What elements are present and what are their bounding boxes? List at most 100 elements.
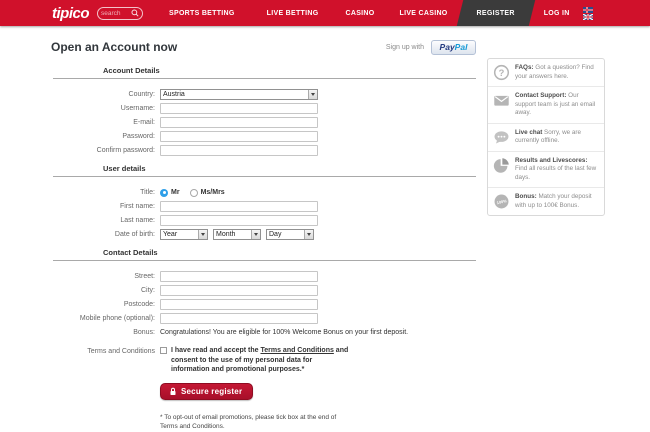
section-account-details: Account Details Country: Austria Usernam… [53, 66, 476, 156]
city-row: City: [53, 285, 476, 296]
nav-link-login[interactable]: LOG IN [544, 10, 570, 17]
dob-year-select[interactable]: Year [160, 229, 208, 240]
title-label: Title: [53, 187, 155, 198]
email-field[interactable] [160, 117, 318, 128]
country-select[interactable]: Austria [160, 89, 318, 100]
street-row: Street: [53, 271, 476, 282]
account-details-heading: Account Details [103, 66, 476, 75]
password-row: Password: [53, 131, 476, 142]
mobile-phone-label: Mobile phone (optional): [53, 313, 155, 324]
nav-tab-register[interactable]: REGISTER [460, 0, 532, 26]
section-divider [53, 176, 476, 177]
footnote-line1: * To opt-out of email promotions, please… [160, 413, 476, 422]
section-contact-details: Contact Details Street: City: Postcode: … [53, 248, 476, 338]
paypal-signup: Sign up with PayPal [386, 40, 476, 55]
paypal-button[interactable]: PayPal [431, 40, 476, 55]
language-switcher[interactable] [583, 7, 593, 20]
nav-link-casino[interactable]: CASINO [345, 10, 374, 17]
help-item-live-chat[interactable]: Live chat Sorry, we are currently offlin… [488, 124, 604, 152]
first-name-label: First name: [53, 201, 155, 212]
dob-label: Date of birth: [53, 229, 155, 240]
mobile-phone-field[interactable] [160, 313, 318, 324]
svg-text:?: ? [499, 68, 505, 78]
confirm-password-field[interactable] [160, 145, 318, 156]
dob-day-select[interactable]: Day [266, 229, 314, 240]
confirm-password-label: Confirm password: [53, 145, 155, 156]
flag-icon-top[interactable] [583, 7, 593, 13]
bonus-badge-icon: 100% [493, 193, 510, 210]
last-name-field[interactable] [160, 215, 318, 226]
section-user-details: User details Title: Mr Ms/Mrs First name… [53, 164, 476, 240]
search-box[interactable] [97, 7, 143, 20]
help-item-results-livescores[interactable]: Results and Livescores: Find all results… [488, 152, 604, 189]
help-text: Find all results of the last few days. [515, 165, 596, 181]
nav-link-live-casino[interactable]: LIVE CASINO [400, 10, 448, 17]
city-field[interactable] [160, 285, 318, 296]
country-label: Country: [53, 89, 155, 100]
page-content: Open an Account now Sign up with PayPal … [0, 39, 650, 431]
section-terms: Terms and Conditions I have read and acc… [53, 346, 476, 431]
help-item-contact-support[interactable]: Contact Support: Our support team is jus… [488, 87, 604, 124]
help-label: Bonus: [515, 193, 537, 200]
country-row: Country: Austria [53, 89, 476, 100]
password-field[interactable] [160, 131, 318, 142]
terms-text: I have read and accept the Terms and Con… [171, 346, 349, 375]
secure-register-button[interactable]: Secure register [160, 383, 253, 400]
radio-msmrs-label: Ms/Mrs [201, 189, 225, 196]
chevron-down-icon[interactable] [251, 230, 260, 239]
username-field[interactable] [160, 103, 318, 114]
search-icon[interactable] [131, 9, 139, 17]
help-label: FAQs: [515, 64, 534, 71]
user-details-heading: User details [103, 164, 476, 173]
terms-label: Terms and Conditions [53, 346, 155, 357]
nav-link-live-betting[interactable]: LIVE BETTING [267, 10, 319, 17]
email-row: E-mail: [53, 117, 476, 128]
chat-icon [493, 129, 510, 146]
question-icon: ? [493, 64, 510, 81]
title-options: Mr Ms/Mrs [160, 187, 235, 198]
help-label: Results and Livescores: [515, 157, 587, 164]
terms-checkbox[interactable] [160, 347, 167, 354]
confirm-password-row: Confirm password: [53, 145, 476, 156]
chevron-down-icon[interactable] [308, 90, 317, 99]
bonus-row: Bonus: Congratulations! You are eligible… [53, 327, 476, 338]
lock-icon [169, 387, 177, 396]
help-label: Live chat [515, 129, 542, 136]
page-title: Open an Account now [51, 40, 177, 54]
bonus-label: Bonus: [53, 327, 155, 338]
help-item-faqs[interactable]: ? FAQs: Got a question? Find your answer… [488, 59, 604, 87]
contact-details-heading: Contact Details [103, 248, 476, 257]
signup-with-label: Sign up with [386, 44, 424, 51]
footnote-line2: Terms and Conditions. [160, 422, 476, 431]
radio-msmrs[interactable] [190, 189, 198, 197]
dob-month-select[interactable]: Month [213, 229, 261, 240]
help-sidebar: ? FAQs: Got a question? Find your answer… [487, 58, 605, 216]
page-header: Open an Account now Sign up with PayPal [42, 39, 476, 55]
chevron-down-icon[interactable] [198, 230, 207, 239]
postcode-row: Postcode: [53, 299, 476, 310]
username-label: Username: [53, 103, 155, 114]
first-name-field[interactable] [160, 201, 318, 212]
flag-icon-uk[interactable] [583, 14, 593, 20]
piechart-icon [493, 157, 510, 174]
terms-conditions-row: Terms and Conditions I have read and acc… [53, 346, 476, 375]
dob-row: Date of birth: Year Month Day [53, 229, 476, 240]
postcode-label: Postcode: [53, 299, 155, 310]
nav-link-sports-betting[interactable]: SPORTS BETTING [169, 10, 235, 17]
postcode-field[interactable] [160, 299, 318, 310]
email-label: E-mail: [53, 117, 155, 128]
tipico-logo[interactable]: tipico [52, 5, 89, 22]
street-field[interactable] [160, 271, 318, 282]
help-item-bonus[interactable]: 100% Bonus: Match your deposit with up t… [488, 188, 604, 215]
street-label: Street: [53, 271, 155, 282]
first-name-row: First name: [53, 201, 476, 212]
footnote: * To opt-out of email promotions, please… [160, 413, 476, 431]
terms-conditions-link[interactable]: Terms and Conditions [260, 347, 333, 354]
chevron-down-icon[interactable] [304, 230, 313, 239]
search-input[interactable] [101, 10, 127, 17]
title-row: Title: Mr Ms/Mrs [53, 187, 476, 198]
help-label: Contact Support: [515, 92, 566, 99]
radio-mr[interactable] [160, 189, 168, 197]
terms-text-before: I have read and accept the [171, 347, 260, 354]
password-label: Password: [53, 131, 155, 142]
